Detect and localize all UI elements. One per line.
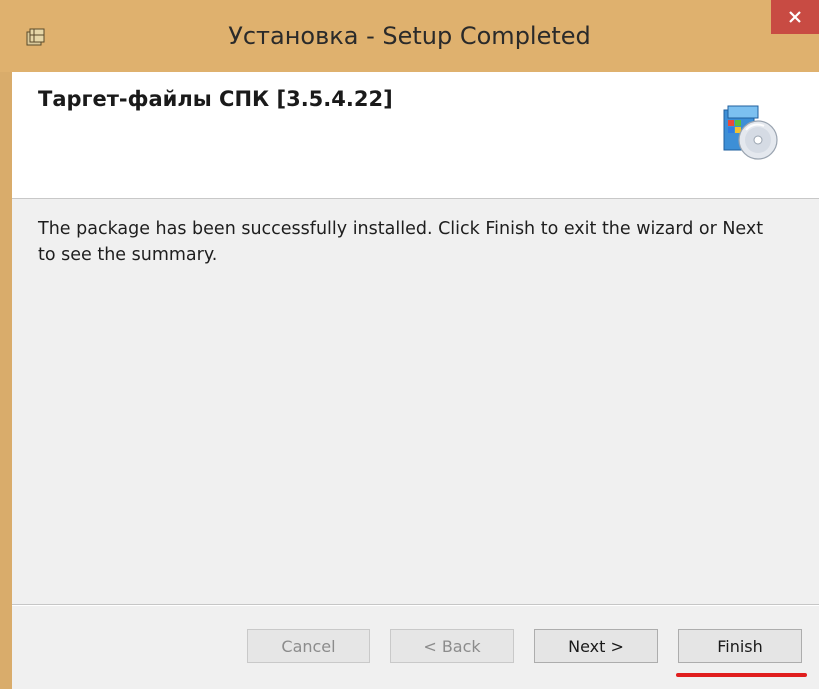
product-title: Таргет-файлы СПК [3.5.4.22] — [38, 87, 393, 111]
close-button[interactable] — [771, 0, 819, 34]
window-title: Установка - Setup Completed — [228, 22, 591, 50]
close-icon — [789, 11, 801, 23]
finish-button[interactable]: Finish — [678, 629, 802, 663]
wizard-body: Таргет-файлы СПК [3.5.4.22] The package … — [12, 72, 819, 689]
button-divider — [12, 604, 819, 606]
next-button[interactable]: Next > — [534, 629, 658, 663]
wizard-header: Таргет-файлы СПК [3.5.4.22] — [12, 72, 819, 199]
installer-window: Установка - Setup Completed Таргет-файлы… — [0, 0, 819, 689]
setup-cd-icon — [723, 105, 778, 160]
completion-message: The package has been successfully instal… — [38, 219, 764, 265]
back-button[interactable]: < Back — [390, 629, 514, 663]
title-bar[interactable]: Установка - Setup Completed — [0, 0, 819, 72]
finish-highlight-underline — [676, 673, 807, 677]
cancel-button[interactable]: Cancel — [247, 629, 370, 663]
